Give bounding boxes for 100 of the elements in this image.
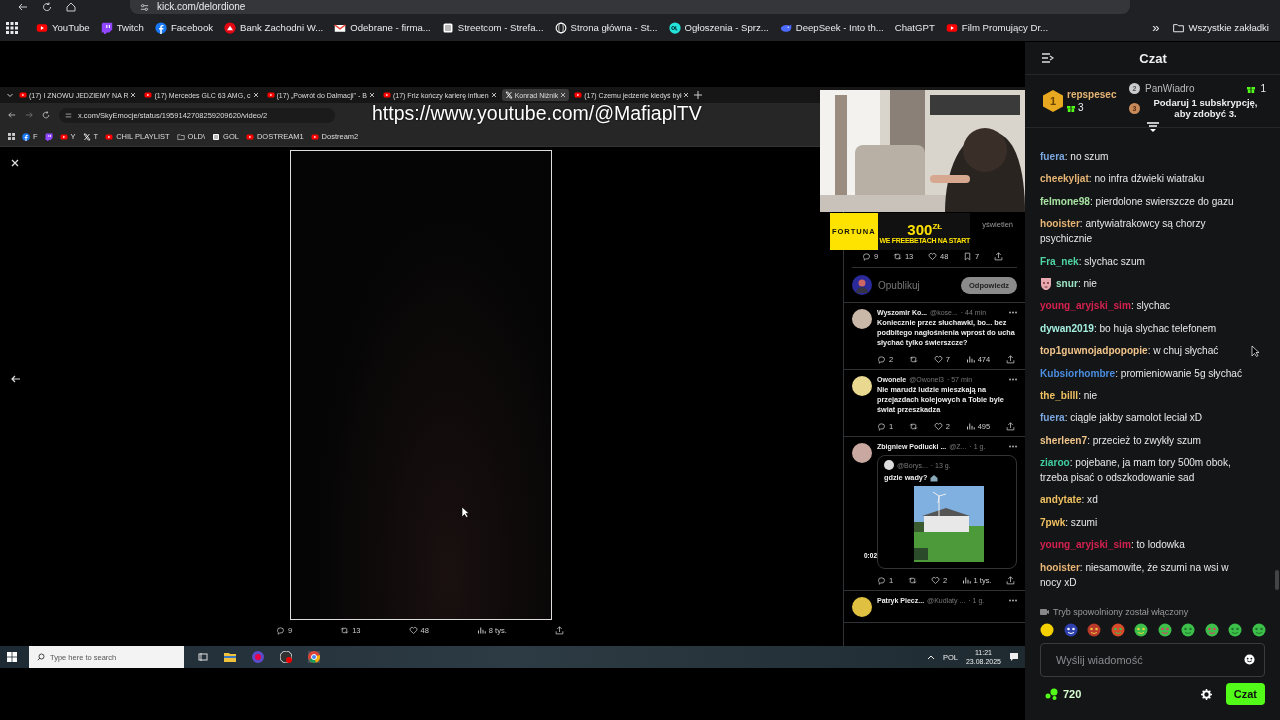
bank-logo-icon (224, 21, 237, 34)
close-icon[interactable] (490, 92, 497, 98)
bookmark[interactable]: Odebrane - firma... (329, 18, 436, 37)
emote-icon[interactable] (1181, 623, 1196, 637)
emoji-icon[interactable] (1244, 654, 1255, 665)
heart-icon[interactable] (928, 252, 937, 261)
reload-icon[interactable] (42, 111, 50, 119)
chat-message: the_billl: nie (1040, 388, 1098, 403)
apps-grid-icon[interactable] (8, 133, 15, 140)
repost-icon[interactable] (908, 422, 918, 431)
address-bar[interactable]: kick.com/delordione (130, 0, 1130, 14)
repost-icon[interactable] (892, 252, 902, 261)
bookmark[interactable]: Ogłoszenia - Sprz... (663, 18, 774, 37)
emote-icon[interactable] (1040, 623, 1054, 637)
close-icon[interactable] (11, 159, 19, 167)
bookmark-icon[interactable] (963, 252, 973, 261)
close-icon[interactable] (252, 92, 259, 98)
slow-mode-icon (1040, 608, 1049, 616)
settings-icon[interactable] (1200, 688, 1212, 700)
emote-icon[interactable] (1063, 623, 1078, 637)
reply-icon[interactable] (276, 626, 285, 635)
forward-icon[interactable] (25, 111, 33, 119)
chat-bubble-icon (100, 21, 113, 34)
folder-icon[interactable] (224, 652, 236, 662)
send-button[interactable]: Czat (1225, 683, 1265, 705)
chevron-up-icon[interactable] (926, 654, 935, 660)
repost-icon[interactable] (907, 576, 917, 585)
bookmark[interactable]: Twitch (95, 18, 149, 37)
heart-icon[interactable] (933, 355, 943, 364)
chat-message: Kubsiorhombre: promieniowanie 5g słychać (1040, 366, 1242, 381)
heart-icon[interactable] (933, 422, 943, 431)
reply-icon[interactable] (862, 252, 871, 261)
share-icon[interactable] (1006, 355, 1015, 364)
back-icon[interactable] (18, 2, 28, 12)
emote-icon[interactable] (1157, 623, 1172, 637)
repost-icon[interactable] (908, 355, 918, 364)
message-field[interactable]: Wyślij wiadomość (1040, 643, 1265, 677)
bookmark[interactable] (44, 132, 53, 141)
close-icon[interactable] (368, 92, 375, 98)
more-icon[interactable] (1009, 445, 1017, 448)
bookmark[interactable]: Facebook (149, 18, 219, 37)
site-info-icon (65, 111, 72, 119)
task-view-icon[interactable] (198, 652, 208, 662)
reply-icon[interactable] (877, 576, 886, 585)
windows-logo-icon[interactable] (7, 652, 17, 662)
gift-icon (1247, 84, 1256, 93)
record-icon[interactable] (280, 651, 292, 663)
back-icon[interactable] (8, 111, 16, 119)
reply-field[interactable]: Opublikuj (878, 279, 955, 291)
more-icon[interactable] (1009, 599, 1017, 602)
app-icon[interactable] (252, 651, 264, 663)
emote-icon[interactable] (1110, 623, 1125, 637)
reload-icon[interactable] (42, 2, 52, 12)
bookmark[interactable]: Strona główna - St... (549, 18, 663, 37)
bar-chart-icon[interactable] (961, 576, 971, 585)
close-icon[interactable] (560, 92, 567, 98)
bookmark[interactable]: YouTube (31, 18, 95, 37)
home-icon[interactable] (66, 2, 76, 12)
share-icon[interactable] (1006, 422, 1015, 431)
bookmark[interactable]: DeepSeek - Into th... (774, 18, 889, 37)
bar-chart-icon[interactable] (965, 355, 975, 364)
more-bookmarks-button[interactable]: » (1146, 20, 1166, 35)
reply-icon[interactable] (877, 422, 886, 431)
bookmark[interactable]: Film Promujący Dr... (940, 18, 1054, 37)
more-icon[interactable] (1009, 311, 1017, 314)
bookmark[interactable]: Bank Zachodni W... (219, 18, 329, 37)
apps-grid-icon[interactable] (6, 21, 18, 34)
reply-icon[interactable] (877, 355, 886, 364)
bookmark-folder[interactable]: Wszystkie zakładki (1166, 18, 1274, 37)
emote-icon[interactable] (1228, 623, 1243, 637)
filter-icon[interactable] (1146, 121, 1159, 133)
video-play-icon (266, 91, 275, 99)
bookmark[interactable]: ChatGPT (889, 19, 940, 36)
chat-message: snur: nie (1056, 276, 1097, 291)
share-icon[interactable] (554, 626, 564, 635)
heart-icon[interactable] (931, 576, 940, 585)
share-icon[interactable] (993, 252, 1003, 261)
chrome-icon[interactable] (308, 651, 320, 663)
emote-icon[interactable] (1204, 623, 1219, 637)
emote-icon[interactable] (1087, 623, 1102, 637)
chat-message: hooister: antywiatrakowcy są chorzy psychicznie (1040, 217, 1207, 247)
video-play-icon (59, 132, 68, 141)
chat-title: Czat (1138, 50, 1168, 66)
back-arrow-icon[interactable] (10, 375, 20, 383)
share-icon[interactable] (1005, 576, 1015, 585)
bar-chart-icon[interactable] (965, 422, 975, 431)
collapse-chat-icon[interactable] (1042, 53, 1054, 63)
new-tab-icon[interactable] (694, 91, 703, 99)
more-icon[interactable] (1009, 378, 1017, 381)
heart-icon[interactable] (408, 626, 418, 635)
bar-chart-icon[interactable] (476, 626, 486, 635)
search-icon (37, 653, 45, 661)
tab-list-icon[interactable] (6, 91, 14, 99)
emote-icon[interactable] (1251, 623, 1266, 637)
emote-icon[interactable] (1134, 623, 1149, 637)
close-icon[interactable] (130, 92, 137, 98)
notification-icon[interactable] (1009, 652, 1019, 662)
close-icon[interactable] (683, 92, 690, 98)
repost-icon[interactable] (340, 626, 350, 635)
bookmark[interactable]: Streetcom - Strefa... (436, 18, 549, 37)
